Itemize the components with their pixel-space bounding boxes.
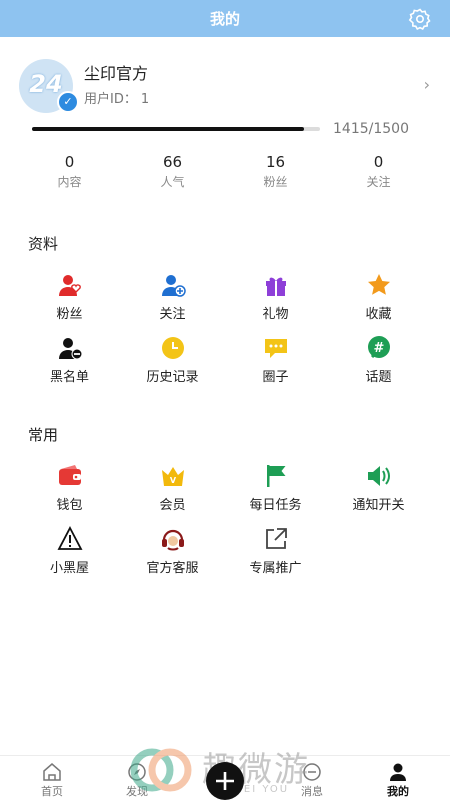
user-id-label: 用户ID： xyxy=(84,92,137,107)
progress-fill xyxy=(32,127,304,131)
stat-label: 内容 xyxy=(57,175,82,189)
star-icon xyxy=(368,274,390,295)
user-icon xyxy=(390,763,406,781)
stat-value: 66 xyxy=(162,153,183,171)
tab-discover[interactable]: 发现 xyxy=(107,756,167,801)
menu-item-label: 官方客服 xyxy=(146,561,199,576)
stat-following[interactable]: 0 关注 xyxy=(327,153,430,197)
gear-icon[interactable] xyxy=(408,7,432,31)
menu-item-notification-switch[interactable]: 通知开关 xyxy=(327,463,430,526)
chevron-right-icon[interactable]: › xyxy=(424,75,430,94)
follow-icon xyxy=(162,275,186,297)
menu-item-circle[interactable]: 圈子 xyxy=(224,335,327,398)
tab-label: 我的 xyxy=(387,785,409,798)
menu-item-label: 话题 xyxy=(365,370,392,385)
menu-item-fans[interactable]: 粉丝 xyxy=(18,272,121,335)
crown-icon: V xyxy=(162,467,184,486)
stat-label: 粉丝 xyxy=(263,175,288,189)
plus-icon xyxy=(216,772,234,790)
menu-item-label: 黑名单 xyxy=(49,370,89,385)
menu-item-favorites[interactable]: 收藏 xyxy=(327,272,430,335)
stat-value: 16 xyxy=(265,153,286,171)
blacklist-icon xyxy=(59,338,83,360)
menu-item-daily-task[interactable]: 每日任务 xyxy=(224,463,327,526)
progress-bar xyxy=(32,127,320,131)
message-icon xyxy=(303,763,321,781)
headset-icon xyxy=(162,529,184,551)
page-title: 我的 xyxy=(209,10,240,28)
menu-item-vip[interactable]: V 会员 xyxy=(121,463,224,526)
menu-item-label: 通知开关 xyxy=(352,498,405,513)
menu-item-label: 钱包 xyxy=(56,498,83,513)
common-grid: 钱包 V 会员 每日任务 通知开关 小黑屋 官方客服 专属推广 xyxy=(18,463,430,589)
user-id-value: 1 xyxy=(140,92,150,107)
menu-item-label: 历史记录 xyxy=(146,370,199,385)
tab-label: 首页 xyxy=(41,785,63,798)
section-title-common: 常用 xyxy=(28,426,59,444)
menu-item-history[interactable]: 历史记录 xyxy=(121,335,224,398)
username[interactable]: 尘印官方 xyxy=(84,60,148,84)
menu-item-label: 粉丝 xyxy=(56,307,83,322)
svg-text:#: # xyxy=(374,341,385,356)
menu-item-blacklist[interactable]: 黑名单 xyxy=(18,335,121,398)
compass-icon xyxy=(128,763,146,781)
top-header: 我的 xyxy=(0,0,450,37)
menu-item-label: 关注 xyxy=(159,307,186,322)
chat-bubble-icon xyxy=(265,339,287,358)
flag-icon xyxy=(267,465,286,487)
gift-icon xyxy=(266,277,286,296)
menu-item-label: 礼物 xyxy=(262,307,289,322)
svg-text:V: V xyxy=(170,476,177,485)
menu-item-label: 专属推广 xyxy=(249,561,302,576)
stat-popularity[interactable]: 66 人气 xyxy=(121,153,224,197)
menu-item-label: 每日任务 xyxy=(249,498,302,513)
create-button[interactable] xyxy=(206,762,244,800)
menu-item-label: 会员 xyxy=(159,498,186,513)
menu-item-black-room[interactable]: 小黑屋 xyxy=(18,526,121,589)
fans-icon xyxy=(59,275,81,296)
section-title-data: 资料 xyxy=(28,235,59,253)
menu-item-topic[interactable]: # 话题 xyxy=(327,335,430,398)
menu-item-wallet[interactable]: 钱包 xyxy=(18,463,121,526)
menu-item-label: 收藏 xyxy=(365,307,392,322)
stat-fans[interactable]: 16 粉丝 xyxy=(224,153,327,197)
clock-icon xyxy=(162,337,184,359)
menu-item-customer-service[interactable]: 官方客服 xyxy=(121,526,224,589)
stats-row: 0 内容 66 人气 16 粉丝 0 关注 xyxy=(0,153,450,197)
progress-text: 1415/1500 xyxy=(333,121,409,137)
check-icon: ✓ xyxy=(57,91,79,113)
stat-value: 0 xyxy=(373,153,384,171)
menu-item-label: 小黑屋 xyxy=(49,561,89,576)
speaker-icon xyxy=(368,466,390,486)
tab-mine[interactable]: 我的 xyxy=(368,756,428,801)
menu-item-gift[interactable]: 礼物 xyxy=(224,272,327,335)
menu-item-label: 圈子 xyxy=(262,370,289,385)
stat-label: 人气 xyxy=(160,175,185,189)
warning-icon xyxy=(57,526,83,550)
tab-home[interactable]: 首页 xyxy=(22,756,82,801)
tab-label: 消息 xyxy=(301,785,323,798)
menu-item-follow[interactable]: 关注 xyxy=(121,272,224,335)
tab-label: 发现 xyxy=(126,785,148,798)
home-icon xyxy=(43,763,61,781)
stat-label: 关注 xyxy=(366,175,391,189)
hashtag-icon: # xyxy=(368,336,390,359)
tab-messages[interactable]: 消息 xyxy=(282,756,342,801)
stat-value: 0 xyxy=(64,153,75,171)
wallet-icon xyxy=(59,465,81,485)
share-icon xyxy=(266,528,287,549)
data-grid: 粉丝 关注 礼物 收藏 黑名单 历史记录 圈子 # 话题 xyxy=(18,272,430,398)
menu-item-promotion[interactable]: 专属推广 xyxy=(224,526,327,589)
user-id: 用户ID： 1 xyxy=(84,88,153,107)
stat-content[interactable]: 0 内容 xyxy=(18,153,121,197)
